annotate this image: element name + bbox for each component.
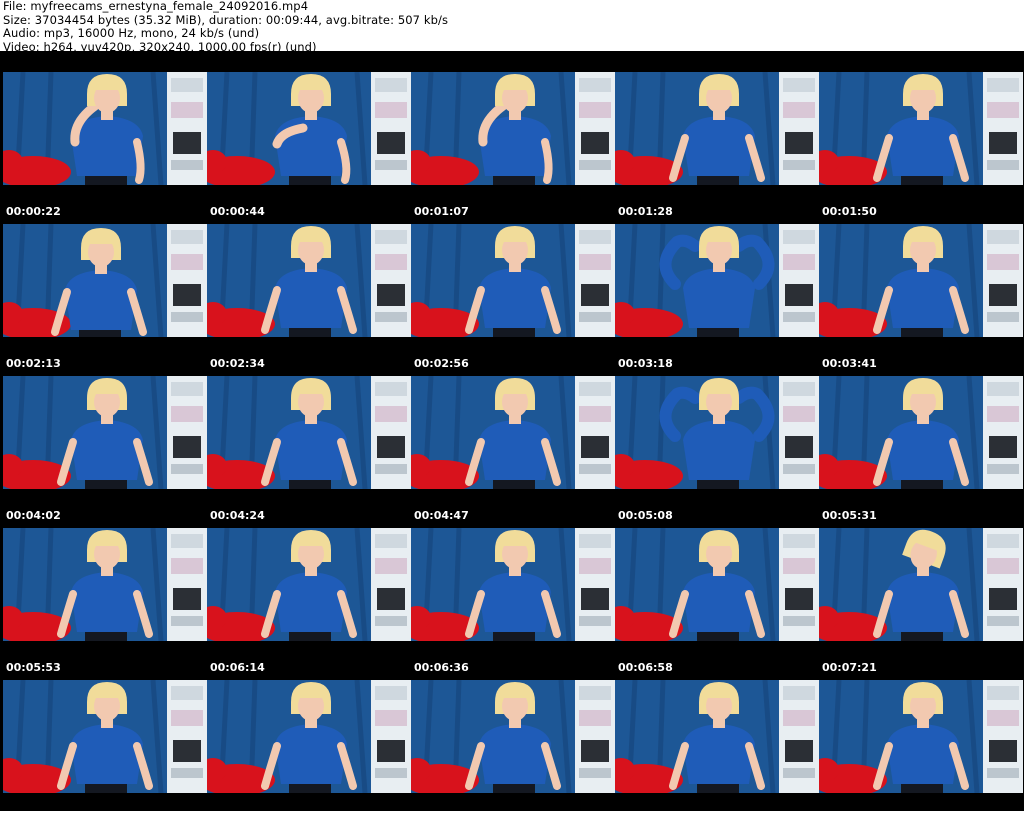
video-frame-thumbnail	[819, 528, 1023, 641]
thumbnail-cell: 00:02:13	[3, 224, 207, 376]
video-frame-thumbnail	[819, 72, 1023, 185]
thumbnail-cell: 00:06:58	[615, 528, 819, 680]
video-frame-thumbnail	[207, 376, 411, 489]
thumbnail-cell: 00:04:24	[207, 376, 411, 528]
video-frame-thumbnail	[615, 376, 819, 489]
frame-timestamp: 00:01:50	[822, 205, 877, 218]
audio-info-line: Audio: mp3, 16000 Hz, mono, 24 kb/s (und…	[3, 26, 260, 40]
video-frame-thumbnail	[3, 72, 207, 185]
frame-timestamp: 00:08:26	[414, 813, 469, 826]
thumbnail-cell: 00:06:14	[207, 528, 411, 680]
frame-timestamp: 00:00:22	[6, 205, 61, 218]
video-frame-thumbnail	[411, 72, 615, 185]
video-frame-thumbnail	[411, 528, 615, 641]
thumbnail-cell: 00:03:18	[615, 224, 819, 376]
frame-timestamp: 00:02:34	[210, 357, 265, 370]
file-info-header: File: myfreecams_ernestyna_female_240920…	[3, 0, 448, 54]
video-frame-thumbnail	[615, 72, 819, 185]
video-frame-thumbnail	[3, 224, 207, 337]
thumbnail-cell: 00:01:28	[615, 72, 819, 224]
frame-timestamp: 00:04:02	[6, 509, 61, 522]
video-frame-thumbnail	[411, 680, 615, 793]
frame-timestamp: 00:09:10	[822, 813, 877, 826]
video-frame-thumbnail	[615, 680, 819, 793]
video-frame-thumbnail	[207, 680, 411, 793]
thumbnail-cell: 00:07:21	[819, 528, 1023, 680]
thumbnail-cell: 00:08:05	[207, 680, 411, 832]
thumbnail-cell: 00:04:02	[3, 376, 207, 528]
file-size-line: Size: 37034454 bytes (35.32 MiB), durati…	[3, 12, 449, 27]
thumbnail-cell: 00:01:50	[819, 72, 1023, 224]
frame-timestamp: 00:03:41	[822, 357, 877, 370]
frame-timestamp: 00:04:24	[210, 509, 265, 522]
video-frame-thumbnail	[207, 72, 411, 185]
thumbnail-cell: 00:04:47	[411, 376, 615, 528]
video-frame-thumbnail	[3, 528, 207, 641]
thumbnail-cell: 00:02:34	[207, 224, 411, 376]
frame-timestamp: 00:05:53	[6, 661, 61, 674]
contact-sheet: 00:00:22 00:00:44 00:01:07 00:01:28 00:0…	[0, 51, 1024, 826]
thumbnail-cell: 00:05:31	[819, 376, 1023, 528]
frame-timestamp: 00:05:08	[618, 509, 673, 522]
frame-timestamp: 00:06:58	[618, 661, 673, 674]
frame-timestamp: 00:04:47	[414, 509, 469, 522]
frame-timestamp: 00:08:05	[210, 813, 265, 826]
thumbnail-cell: 00:09:10	[819, 680, 1023, 832]
thumbnail-cell: 00:07:42	[3, 680, 207, 832]
video-frame-thumbnail	[819, 680, 1023, 793]
frame-timestamp: 00:02:13	[6, 357, 61, 370]
video-frame-thumbnail	[207, 528, 411, 641]
file-name-line: File: myfreecams_ernestyna_female_240920…	[3, 0, 309, 13]
video-frame-thumbnail	[207, 224, 411, 337]
frame-timestamp: 00:06:36	[414, 661, 469, 674]
video-frame-thumbnail	[3, 680, 207, 793]
thumbnail-cell: 00:08:48	[615, 680, 819, 832]
video-frame-thumbnail	[819, 224, 1023, 337]
video-frame-thumbnail	[411, 376, 615, 489]
frame-timestamp: 00:05:31	[822, 509, 877, 522]
video-frame-thumbnail	[411, 224, 615, 337]
thumbnail-cell: 00:03:41	[819, 224, 1023, 376]
video-frame-thumbnail	[3, 376, 207, 489]
frame-timestamp: 00:03:18	[618, 357, 673, 370]
thumbnail-cell: 00:00:22	[3, 72, 207, 224]
thumbnail-cell: 00:01:07	[411, 72, 615, 224]
thumbnail-cell: 00:05:53	[3, 528, 207, 680]
frame-timestamp: 00:00:44	[210, 205, 265, 218]
frame-timestamp: 00:08:48	[618, 813, 673, 826]
thumbnail-cell: 00:02:56	[411, 224, 615, 376]
thumbnail-cell: 00:00:44	[207, 72, 411, 224]
thumbnail-cell: 00:05:08	[615, 376, 819, 528]
frame-timestamp: 00:07:42	[6, 813, 61, 826]
video-frame-thumbnail	[819, 376, 1023, 489]
frame-timestamp: 00:01:28	[618, 205, 673, 218]
frame-timestamp: 00:07:21	[822, 661, 877, 674]
frame-timestamp: 00:01:07	[414, 205, 469, 218]
thumbnail-cell: 00:08:26	[411, 680, 615, 832]
frame-timestamp: 00:06:14	[210, 661, 265, 674]
video-frame-thumbnail	[615, 224, 819, 337]
thumbnail-cell: 00:06:36	[411, 528, 615, 680]
frame-timestamp: 00:02:56	[414, 357, 469, 370]
video-frame-thumbnail	[615, 528, 819, 641]
